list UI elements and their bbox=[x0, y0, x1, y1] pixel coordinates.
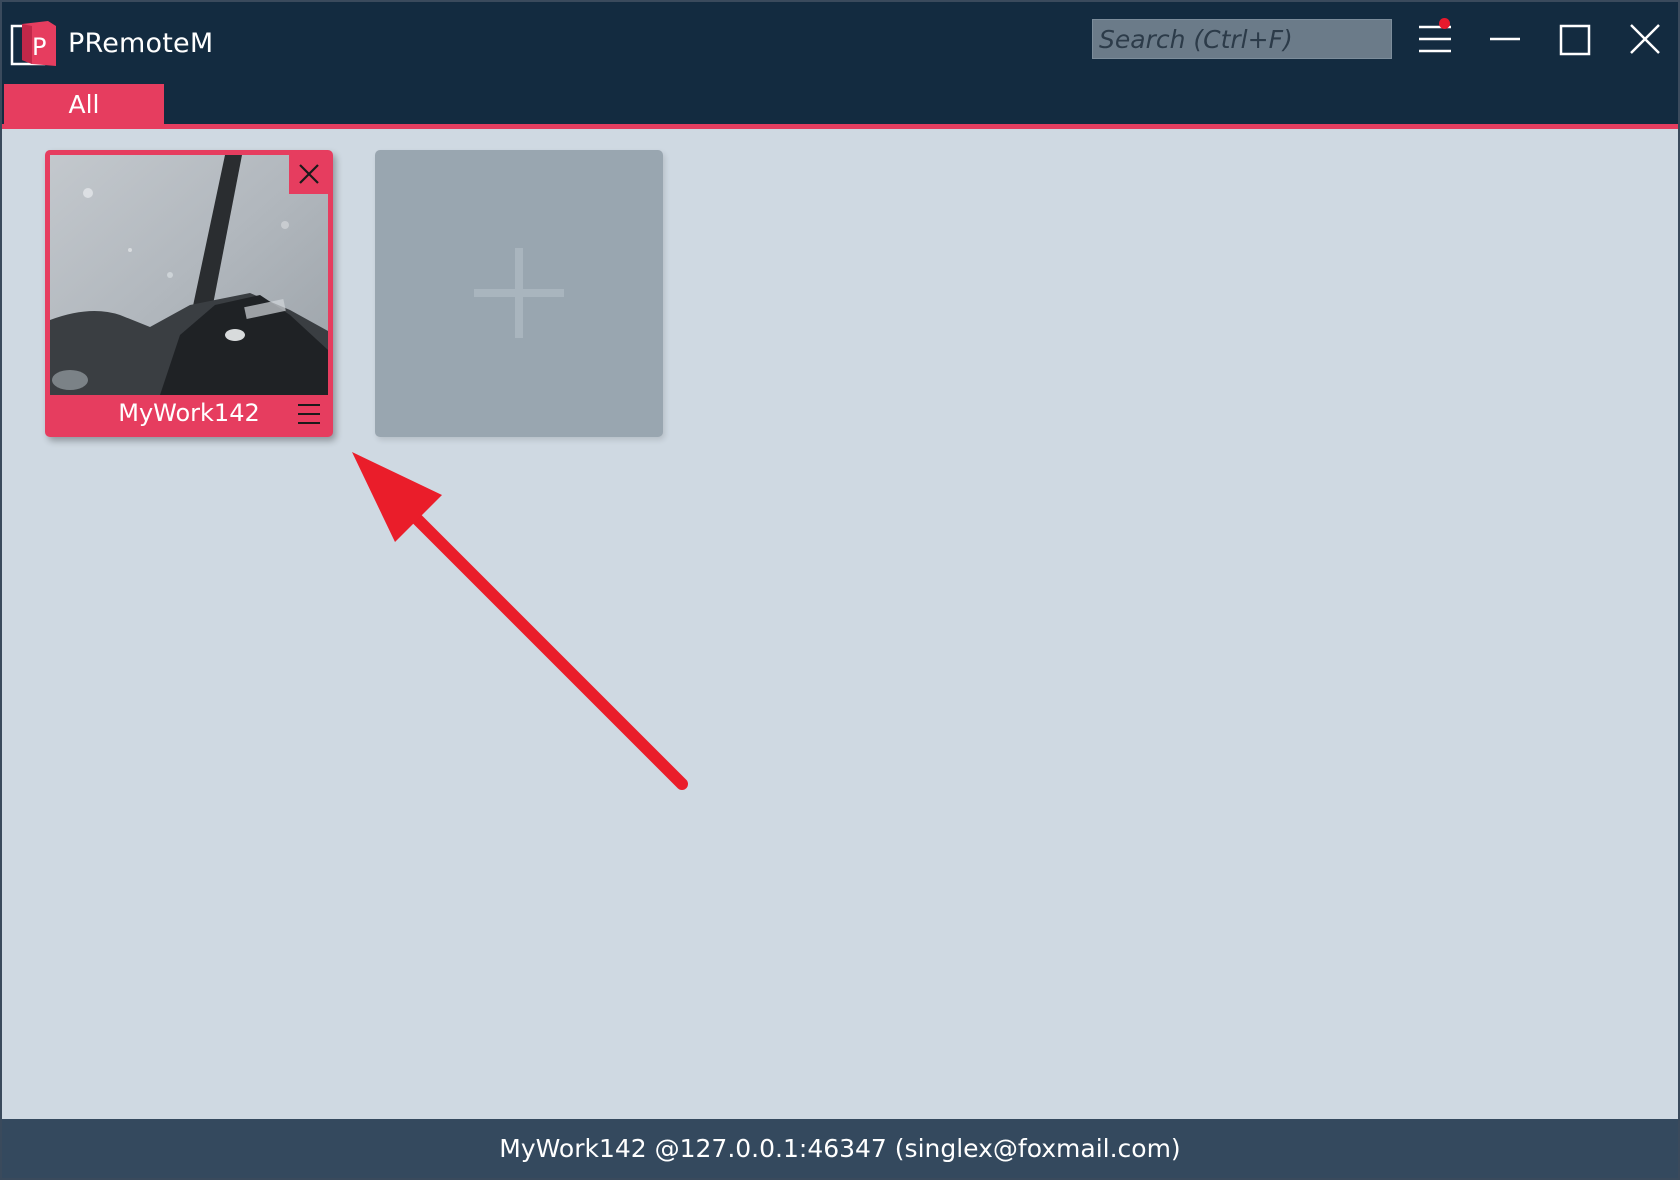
plus-icon bbox=[474, 248, 564, 338]
minimize-icon bbox=[1490, 37, 1520, 41]
title-bar[interactable]: P PRemoteM Search (Ctrl+F) All bbox=[2, 2, 1678, 124]
hamburger-menu-icon bbox=[298, 404, 320, 424]
app-title: PRemoteM bbox=[68, 28, 214, 59]
close-window-button[interactable] bbox=[1617, 16, 1673, 64]
hamburger-menu-icon bbox=[1419, 25, 1451, 53]
status-bar: MyWork142 @127.0.0.1:46347 (singlex@foxm… bbox=[2, 1119, 1678, 1178]
app-logo-icon: P bbox=[10, 21, 56, 66]
thumbnail-image bbox=[50, 155, 328, 395]
delete-server-button[interactable] bbox=[289, 154, 329, 194]
minimize-button[interactable] bbox=[1477, 16, 1533, 64]
main-menu-button[interactable] bbox=[1407, 16, 1463, 64]
maximize-icon bbox=[1559, 24, 1591, 56]
app-logo-letter: P bbox=[32, 33, 46, 61]
add-server-button[interactable] bbox=[375, 150, 663, 437]
app-window: P PRemoteM Search (Ctrl+F) All MyWork142… bbox=[0, 0, 1680, 1180]
close-icon bbox=[1630, 24, 1660, 54]
notification-dot bbox=[1439, 18, 1450, 29]
search-input[interactable] bbox=[1092, 19, 1392, 59]
maximize-button[interactable] bbox=[1547, 16, 1603, 64]
close-icon bbox=[299, 164, 319, 184]
tab-all[interactable]: All bbox=[4, 84, 164, 124]
server-card[interactable]: MyWork142 bbox=[45, 150, 333, 437]
server-grid: MyWork142 bbox=[2, 129, 1678, 1119]
annotation-arrow-icon bbox=[352, 452, 688, 790]
server-name: MyWork142 bbox=[118, 399, 260, 427]
server-menu-button[interactable] bbox=[295, 400, 323, 428]
server-thumbnail bbox=[50, 155, 328, 395]
